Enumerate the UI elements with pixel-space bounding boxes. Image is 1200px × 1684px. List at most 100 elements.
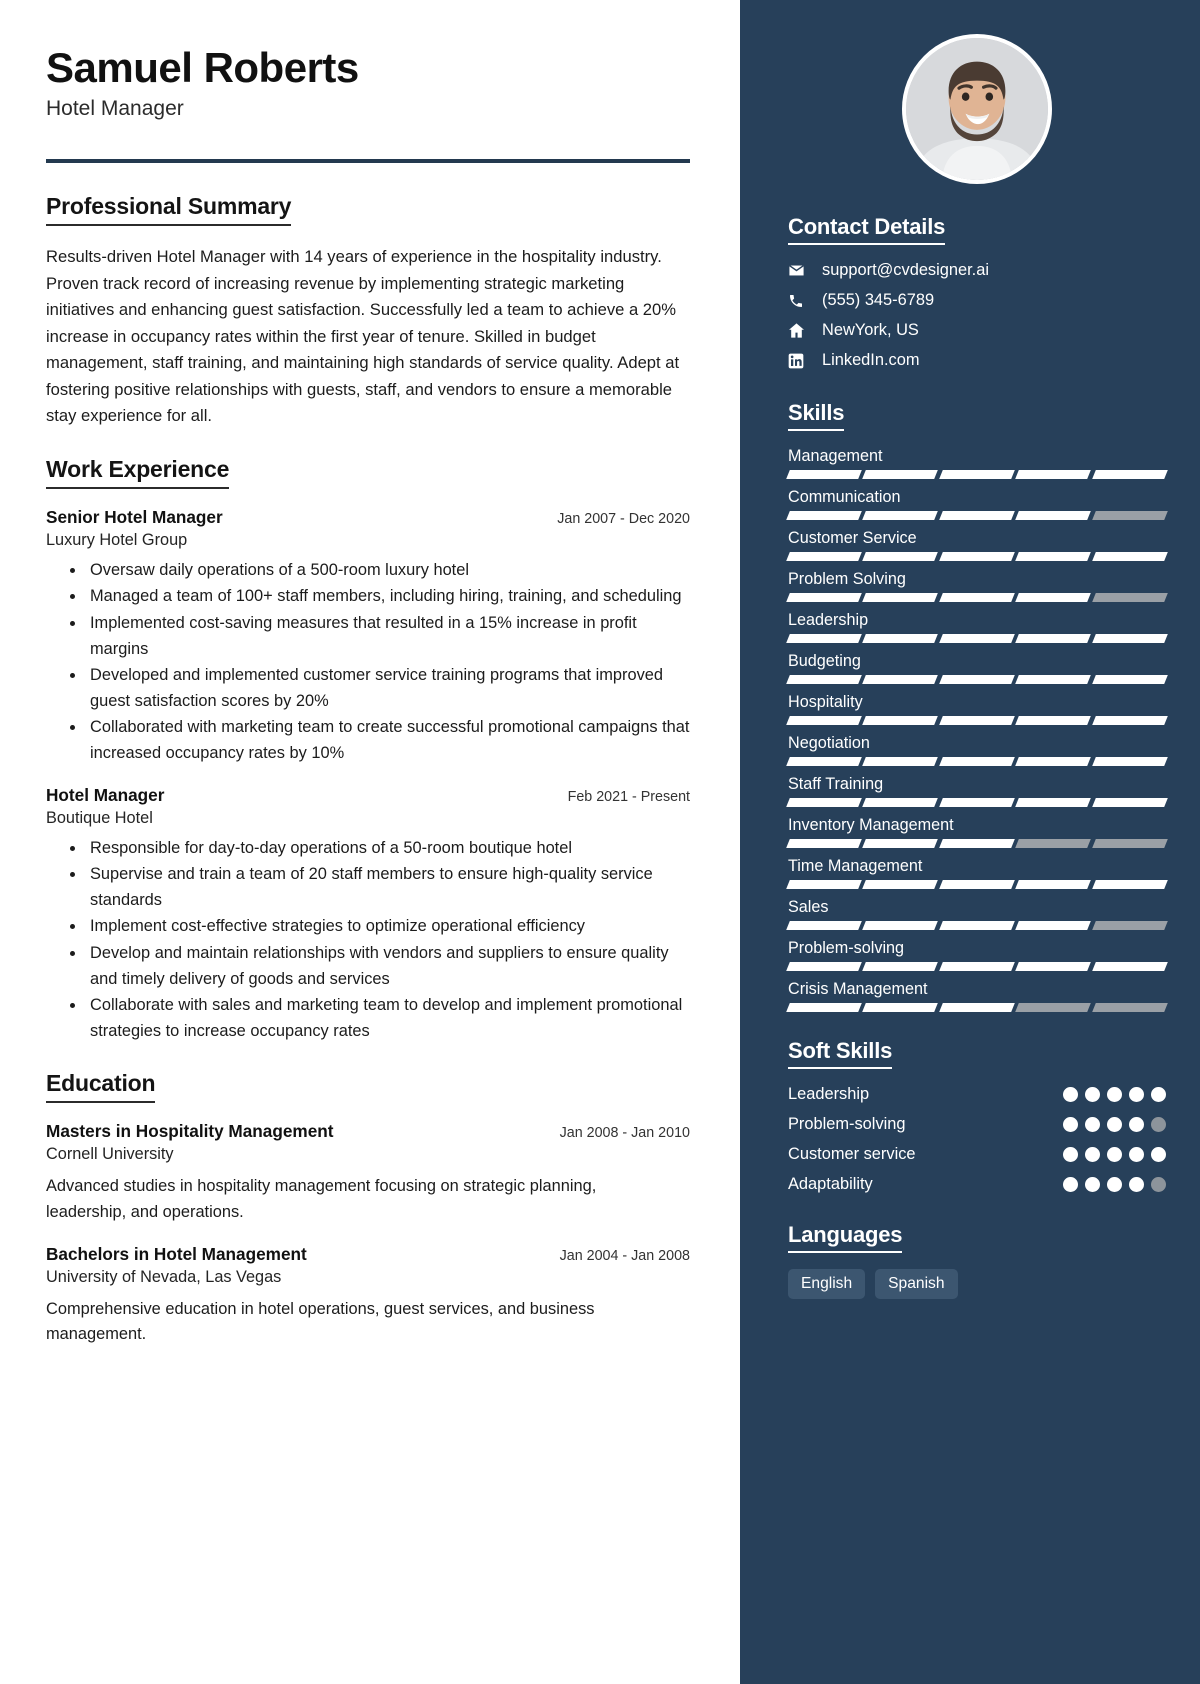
rating-dot <box>1151 1177 1166 1192</box>
rating-dot <box>1063 1147 1078 1162</box>
skill-segment <box>938 675 1016 684</box>
skill-segment <box>786 552 863 561</box>
skill-label: Hospitality <box>788 693 863 711</box>
skill-segment <box>1015 470 1092 479</box>
skill-item: Inventory Management <box>786 816 1168 848</box>
skill-segment <box>1091 593 1168 602</box>
envelope-icon <box>788 262 814 279</box>
candidate-role: Hotel Manager <box>46 97 184 121</box>
rating-dot <box>1107 1117 1122 1132</box>
work-experience-section: Work Experience Senior Hotel Manager Jan … <box>46 456 690 1045</box>
skill-level-bar <box>786 1003 1168 1012</box>
skill-label: Negotiation <box>788 734 870 752</box>
contact-item[interactable]: LinkedIn.com <box>788 351 1166 370</box>
skill-segment <box>1091 552 1168 561</box>
soft-skill-item: Customer service <box>788 1145 1166 1164</box>
skill-segment <box>1015 675 1092 684</box>
contact-item[interactable]: support@cvdesigner.ai <box>788 261 1166 280</box>
skill-item: Problem Solving <box>786 570 1168 602</box>
skill-item: Budgeting <box>786 652 1168 684</box>
skill-item: Sales <box>786 898 1168 930</box>
soft-skill-label: Leadership <box>788 1085 870 1103</box>
job-bullet: Implemented cost-saving measures that re… <box>86 611 690 662</box>
skill-segment <box>938 880 1016 889</box>
skill-segment <box>786 716 863 725</box>
skill-segment <box>786 757 863 766</box>
skill-segment <box>1091 470 1168 479</box>
avatar-container <box>788 34 1166 184</box>
skill-level-bar <box>786 552 1168 561</box>
skill-segment <box>1015 880 1092 889</box>
education-date-range: Jan 2004 - Jan 2008 <box>559 1247 690 1264</box>
job-bullet: Collaborated with marketing team to crea… <box>86 715 690 766</box>
skill-segment <box>786 839 863 848</box>
education-header: Masters in Hospitality Management Jan 200… <box>46 1121 690 1142</box>
skill-segment <box>938 839 1016 848</box>
soft-skill-rating <box>1063 1147 1166 1162</box>
skill-item: Management <box>786 447 1168 479</box>
skill-segment <box>786 634 863 643</box>
skill-segment <box>862 634 939 643</box>
skill-segment <box>786 962 863 971</box>
skill-segment <box>862 716 939 725</box>
job-bullet: Managed a team of 100+ staff members, in… <box>86 584 690 610</box>
education-item: Masters in Hospitality Management Jan 200… <box>46 1121 690 1225</box>
skill-segment <box>862 1003 939 1012</box>
skill-label: Problem Solving <box>788 570 906 588</box>
skill-segment <box>1015 962 1092 971</box>
job-title: Hotel Manager <box>46 784 165 805</box>
skill-segment <box>1015 593 1092 602</box>
skill-item: Communication <box>786 488 1168 520</box>
sidebar-column: Contact Details support@cvdesigner.ai (55… <box>740 0 1200 1684</box>
skill-segment <box>786 921 863 930</box>
rating-dot <box>1151 1147 1166 1162</box>
skill-segment <box>938 798 1016 807</box>
skill-segment <box>938 962 1016 971</box>
summary-text: Results-driven Hotel Manager with 14 yea… <box>46 247 680 426</box>
rating-dot <box>1107 1177 1122 1192</box>
contact-item[interactable]: (555) 345-6789 <box>788 291 1166 310</box>
education-school: University of Nevada, Las Vegas <box>46 1267 282 1286</box>
skill-segment <box>786 511 863 520</box>
work-experience-item: Senior Hotel Manager Jan 2007 - Dec 2020 L… <box>46 507 690 767</box>
skill-item: Crisis Management <box>786 980 1168 1012</box>
skill-label: Inventory Management <box>788 816 954 834</box>
skill-level-bar <box>786 880 1168 889</box>
skill-segment <box>1091 634 1168 643</box>
section-title-soft-skills: Soft Skills <box>788 1038 892 1069</box>
soft-skill-rating <box>1063 1177 1166 1192</box>
soft-skills-list: Leadership Problem-solving Customer servic… <box>788 1085 1166 1194</box>
skill-level-bar <box>786 962 1168 971</box>
rating-dot <box>1085 1117 1100 1132</box>
skill-segment <box>786 675 863 684</box>
work-experience-list: Senior Hotel Manager Jan 2007 - Dec 2020 L… <box>46 507 690 1045</box>
skill-label: Sales <box>788 898 829 916</box>
job-bullet: Implement cost-effective strategies to o… <box>86 914 690 940</box>
skill-item: Problem-solving <box>786 939 1168 971</box>
contact-value: (555) 345-6789 <box>822 291 935 309</box>
skill-segment <box>1091 921 1168 930</box>
main-content-column: Samuel Roberts Hotel Manager Professiona… <box>0 0 740 1684</box>
skill-segment <box>938 757 1016 766</box>
skill-level-bar <box>786 675 1168 684</box>
skill-segment <box>862 675 939 684</box>
rating-dot <box>1085 1177 1100 1192</box>
skill-segment <box>1091 1003 1168 1012</box>
skill-segment <box>862 757 939 766</box>
contact-list: support@cvdesigner.ai (555) 345-6789 NewYo… <box>788 261 1166 370</box>
skill-label: Staff Training <box>788 775 884 793</box>
job-bullet-list: Responsible for day-to-day operations of… <box>46 836 690 1045</box>
skill-segment <box>938 921 1016 930</box>
education-header: Bachelors in Hotel Management Jan 2004 - … <box>46 1244 690 1265</box>
skill-item: Leadership <box>786 611 1168 643</box>
skill-item: Time Management <box>786 857 1168 889</box>
contact-item[interactable]: NewYork, US <box>788 321 1166 340</box>
skill-segment <box>786 470 863 479</box>
section-title-skills: Skills <box>788 400 844 431</box>
skill-segment <box>862 511 939 520</box>
rating-dot <box>1107 1147 1122 1162</box>
skill-segment <box>786 880 863 889</box>
language-pill: Spanish <box>875 1269 958 1299</box>
rating-dot <box>1129 1177 1144 1192</box>
contact-value: LinkedIn.com <box>822 351 920 369</box>
